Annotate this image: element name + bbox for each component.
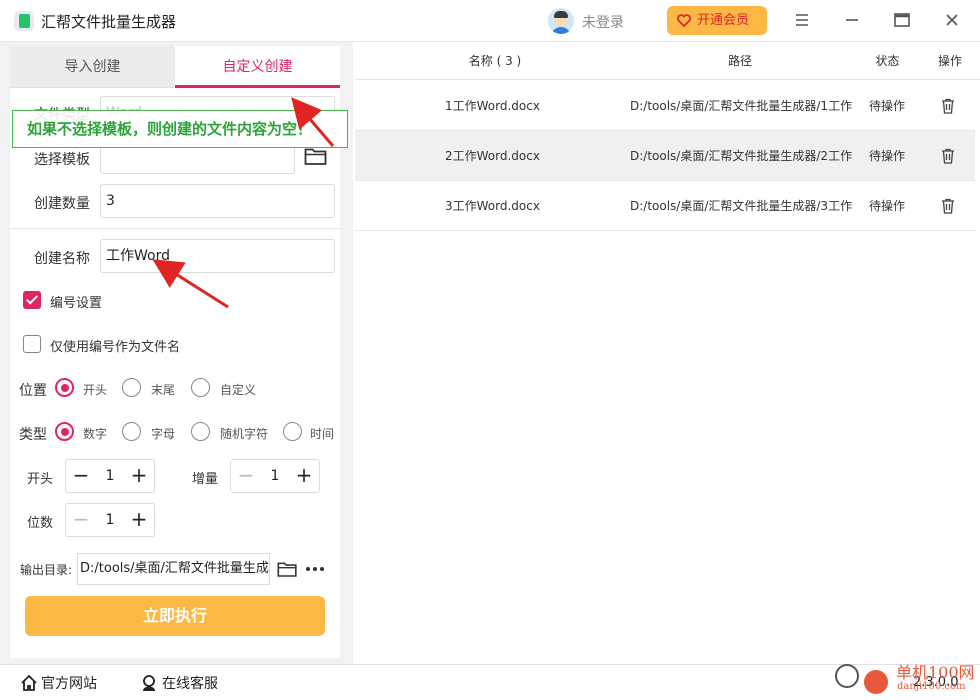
heart-icon — [677, 14, 691, 27]
tab-import-create[interactable]: 导入创建 — [10, 46, 175, 88]
table-row[interactable]: 2工作Word.docx D:/tools/桌面/汇帮文件批量生成器/2工作 待… — [355, 131, 975, 181]
support-icon — [143, 675, 155, 691]
more-icon[interactable] — [305, 566, 325, 572]
status-cell: 待操作 — [869, 149, 906, 163]
radio-label: 数字 — [83, 427, 108, 441]
digits-stepper[interactable]: − 1 + — [65, 503, 155, 537]
file-name-cell: 1工作Word.docx — [445, 99, 540, 113]
radio-type-number[interactable] — [55, 422, 74, 441]
online-service-link[interactable]: 在线客服 — [162, 673, 218, 693]
home-icon — [21, 674, 37, 691]
watermark-logo-icon — [864, 670, 888, 694]
table-header: 名称 ( 3 ) 路径 状态 操作 — [355, 42, 980, 80]
decrement-button[interactable]: − — [231, 460, 261, 492]
radio-label: 随机字符 — [220, 427, 269, 441]
menu-icon[interactable] — [792, 10, 812, 30]
name-label: 创建名称 — [34, 251, 90, 267]
decrement-button[interactable]: − — [66, 504, 96, 536]
file-name-cell: 3工作Word.docx — [445, 199, 540, 213]
minimize-icon[interactable] — [842, 10, 862, 30]
radio-label: 时间 — [310, 427, 335, 441]
status-cell: 待操作 — [869, 99, 906, 113]
trash-icon[interactable] — [941, 98, 955, 114]
file-path-cell: D:/tools/桌面/汇帮文件批量生成器/1工作 — [630, 99, 853, 113]
table-row[interactable]: 1工作Word.docx D:/tools/桌面/汇帮文件批量生成器/1工作 待… — [355, 81, 975, 131]
increment-button[interactable]: + — [124, 460, 154, 492]
radio-label: 字母 — [151, 427, 176, 441]
numbering-checkbox[interactable] — [23, 291, 41, 309]
divider — [10, 228, 340, 229]
footer: 官方网站 在线客服 2.3.0.0 — [0, 664, 980, 700]
increment-value: 1 — [270, 468, 280, 484]
login-link[interactable]: 未登录 — [582, 12, 624, 32]
only-number-checkbox[interactable] — [23, 335, 41, 353]
file-name-cell: 2工作Word.docx — [445, 149, 540, 163]
maximize-icon[interactable] — [892, 10, 912, 30]
count-label: 创建数量 — [34, 196, 90, 212]
column-path: 路径 — [727, 54, 752, 68]
run-button[interactable]: 立即执行 — [25, 596, 325, 636]
trash-icon[interactable] — [941, 148, 955, 164]
trash-icon[interactable] — [941, 198, 955, 214]
digits-label: 位数 — [27, 516, 54, 531]
radio-label: 开头 — [83, 383, 108, 397]
close-icon[interactable] — [942, 10, 962, 30]
only-number-label: 仅使用编号作为文件名 — [50, 340, 181, 355]
digits-value: 1 — [105, 512, 115, 528]
template-label: 选择模板 — [34, 152, 90, 168]
folder-icon[interactable] — [304, 146, 328, 166]
radio-type-time[interactable] — [283, 422, 302, 441]
file-path-cell: D:/tools/桌面/汇帮文件批量生成器/2工作 — [630, 149, 853, 163]
status-cell: 待操作 — [869, 199, 906, 213]
increment-button[interactable]: + — [124, 504, 154, 536]
radio-position-end[interactable] — [122, 378, 141, 397]
radio-position-custom[interactable] — [191, 378, 210, 397]
count-input[interactable]: 3 — [100, 184, 335, 218]
title-bar: 汇帮文件批量生成器 未登录 开通会员 — [0, 0, 980, 42]
watermark-logo-icon — [835, 664, 859, 688]
decrement-button[interactable]: − — [66, 460, 96, 492]
radio-position-start[interactable] — [55, 378, 74, 397]
vip-button-label: 开通会员 — [697, 13, 750, 28]
file-path-cell: D:/tools/桌面/汇帮文件批量生成器/3工作 — [630, 199, 853, 213]
start-stepper[interactable]: − 1 + — [65, 459, 155, 493]
numbering-label: 编号设置 — [50, 296, 103, 311]
vip-button[interactable]: 开通会员 — [667, 6, 767, 35]
type-label: 类型 — [19, 427, 47, 443]
position-label: 位置 — [19, 383, 47, 399]
avatar[interactable] — [548, 8, 574, 34]
output-dir-label: 输出目录: — [20, 563, 73, 577]
increment-button[interactable]: + — [289, 460, 319, 492]
tab-custom-create[interactable]: 自定义创建 — [175, 46, 340, 88]
column-status: 状态 — [875, 54, 900, 68]
output-dir-input[interactable]: D:/tools/桌面/汇帮文件批量生成器 — [77, 553, 270, 585]
increment-label: 增量 — [192, 472, 219, 487]
start-label: 开头 — [27, 472, 54, 487]
start-value: 1 — [105, 468, 115, 484]
name-input[interactable]: 工作Word — [100, 239, 335, 273]
radio-type-random[interactable] — [191, 422, 210, 441]
official-website-link[interactable]: 官方网站 — [41, 673, 97, 693]
radio-type-letter[interactable] — [122, 422, 141, 441]
radio-label: 末尾 — [151, 383, 176, 397]
increment-stepper[interactable]: − 1 + — [230, 459, 320, 493]
watermark-text: 单机100网 — [896, 663, 975, 682]
app-logo-icon — [14, 11, 34, 31]
column-name[interactable]: 名称 ( 3 ) — [455, 42, 535, 80]
radio-label: 自定义 — [220, 383, 257, 397]
watermark-url: danji100.com — [897, 681, 966, 692]
table-row[interactable]: 3工作Word.docx D:/tools/桌面/汇帮文件批量生成器/3工作 待… — [355, 181, 975, 231]
app-title: 汇帮文件批量生成器 — [41, 13, 177, 31]
column-action: 操作 — [937, 54, 962, 68]
folder-icon[interactable] — [277, 560, 298, 578]
template-hint: 如果不选择模板，则创建的文件内容为空！ — [12, 110, 348, 148]
